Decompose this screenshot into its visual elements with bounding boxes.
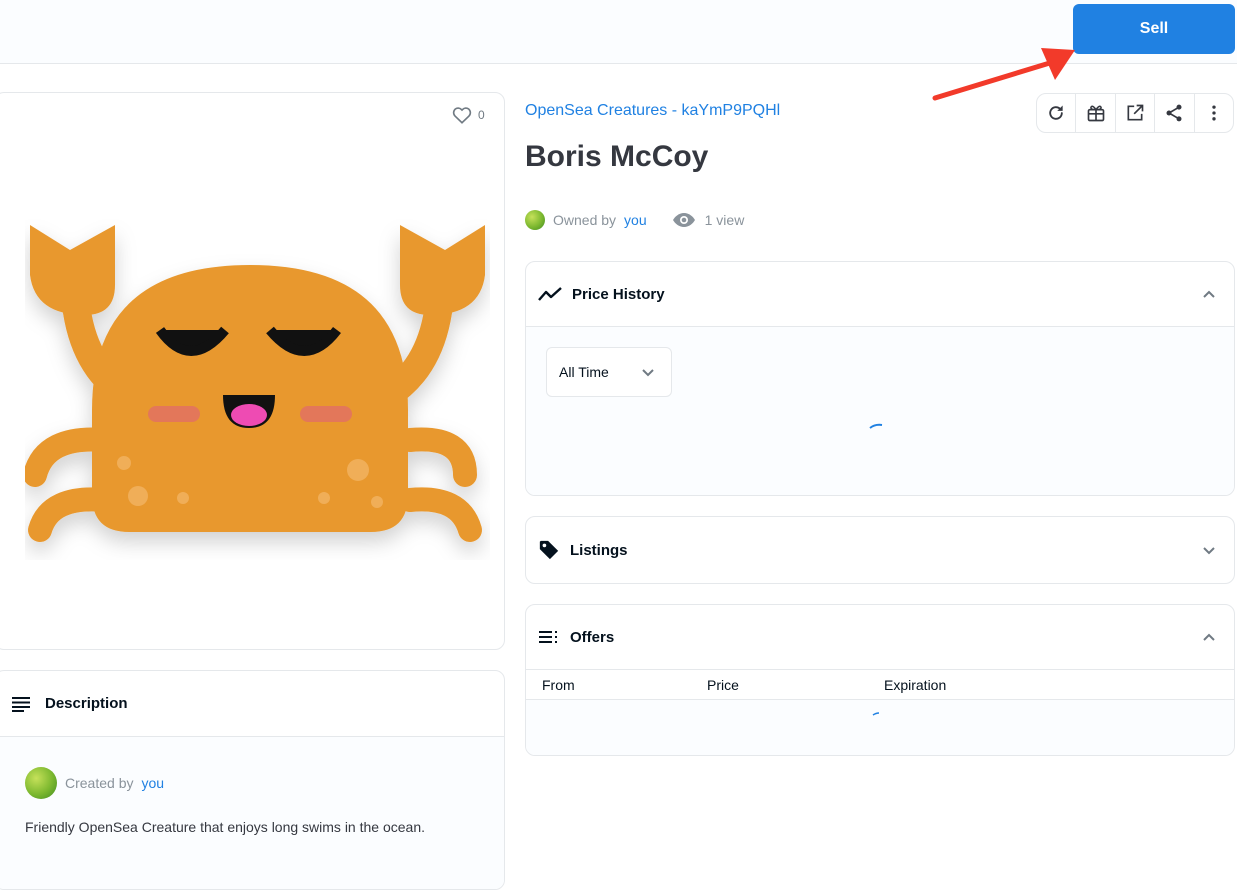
favorite-count: 0 (478, 108, 485, 122)
item-toolbar (1036, 93, 1234, 133)
listings-panel: Listings (525, 516, 1235, 584)
column-expiration: Expiration (884, 676, 947, 693)
loading-spinner (872, 712, 880, 716)
creator-row: Created by you (25, 767, 504, 799)
column-price: Price (707, 676, 739, 693)
chevron-up-icon (1203, 290, 1215, 298)
trending-icon (538, 287, 562, 301)
heart-icon (452, 107, 472, 124)
offers-header[interactable]: Offers (526, 605, 1234, 669)
favorite-button[interactable]: 0 (452, 106, 485, 124)
owner-avatar[interactable] (525, 210, 545, 230)
tag-icon (539, 540, 559, 560)
gift-icon (1087, 105, 1104, 122)
description-title: Description (45, 695, 128, 712)
price-history-title: Price History (572, 285, 665, 303)
listings-header[interactable]: Listings (526, 517, 1234, 583)
listings-title: Listings (570, 541, 628, 559)
owner-row: Owned by you 1 view (525, 210, 744, 230)
offers-title: Offers (570, 628, 615, 646)
offers-body (526, 700, 1234, 755)
created-by-label: Created by (65, 775, 134, 791)
share-button[interactable] (1155, 94, 1195, 132)
sell-button[interactable]: Sell (1073, 4, 1235, 54)
time-range-select[interactable]: All Time (546, 347, 672, 397)
collection-link[interactable]: OpenSea Creatures - kaYmP9PQHl (525, 102, 780, 120)
creature-image (25, 225, 485, 542)
list-icon (539, 631, 557, 643)
price-history-header[interactable]: Price History (526, 262, 1234, 326)
creator-link[interactable]: you (141, 775, 164, 791)
offers-panel: Offers From Price Expiration (525, 604, 1235, 756)
refresh-icon (1049, 105, 1063, 120)
view-count: 1 view (672, 212, 745, 228)
item-title: Boris McCoy (525, 140, 709, 173)
price-history-body: All Time (526, 326, 1234, 495)
more-options-button[interactable] (1195, 94, 1233, 132)
chevron-down-icon (1203, 547, 1215, 555)
transfer-button[interactable] (1076, 94, 1116, 132)
owner-link[interactable]: you (624, 212, 647, 228)
view-count-label: 1 view (704, 212, 745, 228)
eye-icon (672, 213, 695, 227)
external-link-button[interactable] (1116, 94, 1156, 132)
creator-avatar[interactable] (25, 767, 57, 799)
description-header[interactable]: Description (0, 671, 504, 737)
offers-table-header: From Price Expiration (526, 669, 1234, 700)
owned-by-label: Owned by (553, 212, 617, 228)
external-link-icon (1127, 104, 1144, 121)
price-history-panel: Price History All Time (525, 261, 1235, 496)
description-lines-icon (12, 696, 30, 712)
chevron-down-icon (642, 369, 654, 377)
top-bar (0, 0, 1237, 64)
column-from: From (542, 676, 575, 693)
share-icon (1166, 104, 1182, 122)
description-text: Friendly OpenSea Creature that enjoys lo… (25, 819, 425, 835)
description-card: Description Created by you Friendly Open… (0, 670, 505, 890)
loading-spinner (869, 423, 883, 429)
time-range-value: All Time (559, 364, 609, 380)
refresh-button[interactable] (1037, 94, 1077, 132)
chevron-up-icon (1203, 633, 1215, 641)
more-icon (1212, 105, 1216, 121)
description-body: Created by you Friendly OpenSea Creature… (0, 737, 504, 889)
